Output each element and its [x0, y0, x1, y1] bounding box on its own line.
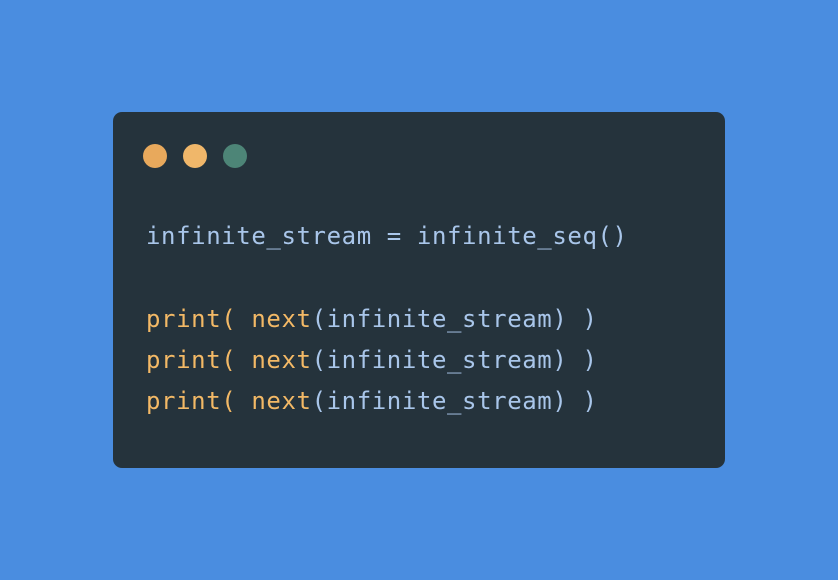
open-paren: ( — [221, 346, 252, 374]
code-line-5: print( next(infinite_stream) ) — [146, 381, 628, 422]
next-args: (infinite_stream) — [311, 387, 568, 415]
assign-operator: = — [371, 222, 417, 250]
close-paren: ) — [567, 305, 598, 333]
code-line-3: print( next(infinite_stream) ) — [146, 299, 628, 340]
print-keyword: print — [146, 305, 222, 333]
next-keyword: next — [251, 305, 312, 333]
code-line-1: infinite_stream = infinite_seq() — [146, 216, 628, 257]
open-paren: ( — [221, 387, 252, 415]
code-line-4: print( next(infinite_stream) ) — [146, 340, 628, 381]
window-dot-3 — [223, 144, 247, 168]
close-paren: ) — [567, 387, 598, 415]
print-keyword: print — [146, 346, 222, 374]
close-paren: ) — [567, 346, 598, 374]
next-keyword: next — [251, 387, 312, 415]
next-args: (infinite_stream) — [311, 305, 568, 333]
print-keyword: print — [146, 387, 222, 415]
window-dot-2 — [183, 144, 207, 168]
next-keyword: next — [251, 346, 312, 374]
code-block: infinite_stream = infinite_seq() print( … — [146, 216, 628, 422]
variable-name: infinite_stream — [146, 222, 372, 250]
next-args: (infinite_stream) — [311, 346, 568, 374]
window-dot-1 — [143, 144, 167, 168]
code-window: infinite_stream = infinite_seq() print( … — [113, 112, 725, 468]
open-paren: ( — [221, 305, 252, 333]
function-call: infinite_seq() — [416, 222, 628, 250]
